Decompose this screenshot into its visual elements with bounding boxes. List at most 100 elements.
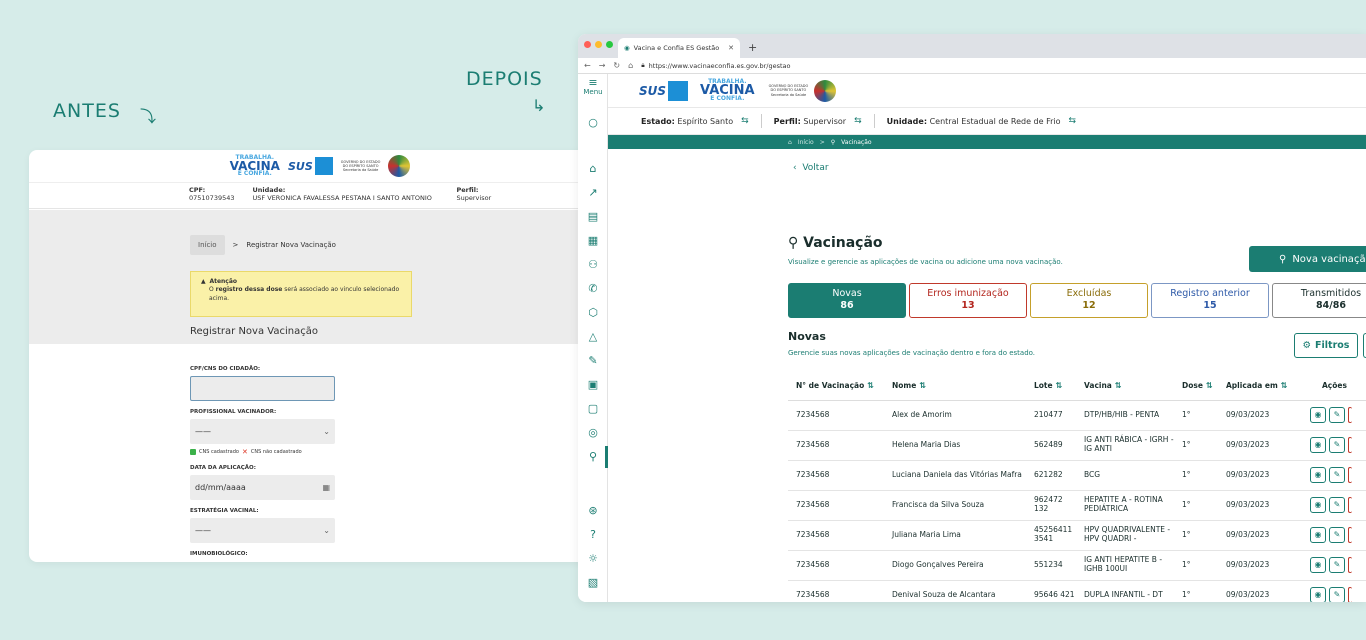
edit-icon[interactable]: ✎: [1329, 497, 1345, 513]
settings-icon[interactable]: ◎: [586, 426, 600, 440]
column-header[interactable]: Lote ⇅: [1026, 372, 1076, 401]
edit-icon[interactable]: ✎: [1329, 467, 1345, 483]
view-icon[interactable]: ◉: [1310, 497, 1326, 513]
url-field[interactable]: 🔒︎ https://www.vacinaeconfia.es.gov.br/ge…: [641, 61, 790, 70]
view-icon[interactable]: ◉: [1310, 557, 1326, 573]
delete-icon[interactable]: [1348, 527, 1352, 543]
cell-data: 09/03/2023: [1218, 520, 1302, 551]
table-row[interactable]: 7234568 Helena Maria Dias 562489 IG ANTI RÁ…: [788, 430, 1366, 461]
breadcrumb-current: Registrar Nova Vacinação: [246, 241, 336, 249]
tab-novas[interactable]: Novas 86: [788, 283, 906, 318]
back-icon[interactable]: ←: [584, 61, 591, 70]
view-icon[interactable]: ◉: [1310, 527, 1326, 543]
accessibility-icon[interactable]: ⊛: [586, 504, 600, 518]
tab-transmitidos[interactable]: Transmitidos 84/86: [1272, 283, 1366, 318]
estrategia-select[interactable]: —— ⌄: [190, 518, 335, 543]
theme-icon[interactable]: ☼: [586, 552, 600, 566]
table-row[interactable]: 7234568 Luciana Daniela das Vitórias Mafr…: [788, 460, 1366, 491]
vacinador-select[interactable]: —— ⌄: [190, 419, 335, 444]
column-header[interactable]: Aplicada em ⇅: [1218, 372, 1302, 401]
table-row[interactable]: 7234568 Juliana Maria Lima 45256411 3541 HP…: [788, 520, 1366, 551]
breadcrumb-home-link[interactable]: Início: [798, 139, 814, 146]
back-button[interactable]: ‹ Voltar: [793, 163, 829, 173]
edit-icon[interactable]: ✎: [1329, 587, 1345, 602]
external-link-icon[interactable]: ↗: [586, 186, 600, 200]
tab-erros-imunizacao[interactable]: Erros imunização 13: [909, 283, 1027, 318]
cell-lote: 621282: [1026, 460, 1076, 491]
users-icon[interactable]: ⚇: [586, 258, 600, 272]
edit-icon[interactable]: ✎: [1329, 557, 1345, 573]
view-icon[interactable]: ◉: [1310, 587, 1326, 602]
cell-nome: Denival Souza de Alcantara: [884, 580, 1026, 602]
antes-screenshot: TRABALHA. VACINA E CONFIA. SUS GOVERNO D…: [29, 150, 611, 562]
tab-registro-anterior[interactable]: Registro anterior 15: [1151, 283, 1269, 318]
view-icon[interactable]: ◉: [1310, 467, 1326, 483]
cell-nome: Helena Maria Dias: [884, 430, 1026, 461]
sort-icon: ⇅: [919, 381, 927, 391]
phone-icon[interactable]: ✆: [586, 282, 600, 296]
cell-lote: 210477: [1026, 400, 1076, 431]
edit-icon[interactable]: ✎: [1329, 407, 1345, 423]
delete-icon[interactable]: [1348, 407, 1352, 423]
help-icon[interactable]: ?: [586, 528, 600, 542]
home-icon[interactable]: ⌂: [628, 61, 633, 70]
table-row[interactable]: 7234568 Francisca da Silva Souza 962472 13…: [788, 490, 1366, 521]
column-header[interactable]: Nome ⇅: [884, 372, 1026, 401]
edit-icon[interactable]: ✎: [586, 354, 600, 368]
warning-alert: ▲ Atenção O registro dessa dose será ass…: [190, 271, 412, 317]
column-header[interactable]: N° de Vacinação ⇅: [788, 372, 884, 401]
column-header[interactable]: Dose ⇅: [1174, 372, 1218, 401]
vaccinations-table: N° de Vacinação ⇅ Nome ⇅ Lote ⇅ Vacina ⇅ Dos…: [788, 372, 1366, 602]
close-window-button[interactable]: [584, 41, 591, 48]
table-row[interactable]: 7234568 Diogo Gonçalves Pereira 551234 IG A…: [788, 550, 1366, 581]
delete-icon[interactable]: [1348, 557, 1352, 573]
sort-icon: ⇅: [1280, 381, 1288, 391]
view-icon[interactable]: ◉: [1310, 437, 1326, 453]
data-aplicacao-input[interactable]: dd/mm/aaaa ▦: [190, 475, 335, 500]
delete-icon[interactable]: [1348, 497, 1352, 513]
clipboard-icon[interactable]: ▤: [586, 210, 600, 224]
table-row[interactable]: 7234568 Denival Souza de Alcantara 95646 4…: [788, 580, 1366, 602]
calendar-icon[interactable]: ▦: [586, 234, 600, 248]
new-tab-button[interactable]: +: [748, 41, 757, 54]
syringe-icon[interactable]: ⚲: [586, 450, 600, 464]
browser-tab[interactable]: ◉ Vacina e Confia ES Gestão ✕: [618, 38, 740, 58]
tab-excluidas[interactable]: Excluídas 12: [1030, 283, 1148, 318]
edit-icon[interactable]: ✎: [1329, 527, 1345, 543]
breadcrumb-home-link[interactable]: Início: [190, 235, 225, 255]
swap-estado-icon[interactable]: ⇆: [741, 116, 749, 126]
home-icon[interactable]: ⌂: [586, 162, 600, 176]
cell-data: 09/03/2023: [1218, 430, 1302, 461]
reload-icon[interactable]: ↻: [613, 61, 620, 70]
delete-icon[interactable]: [1348, 437, 1352, 453]
box-icon[interactable]: ⬡: [586, 306, 600, 320]
swap-perfil-icon[interactable]: ⇆: [854, 116, 862, 126]
close-tab-icon[interactable]: ✕: [728, 44, 734, 52]
table-row[interactable]: 7234568 Alex de Amorim 210477 DTP/HB/HIB - …: [788, 400, 1366, 431]
swap-unidade-icon[interactable]: ⇆: [1069, 116, 1077, 126]
menu-button[interactable]: ≡ Menu: [580, 77, 606, 96]
cpf-cns-input[interactable]: [190, 376, 335, 401]
chart-icon[interactable]: ▢: [586, 402, 600, 416]
edit-icon[interactable]: ✎: [1329, 437, 1345, 453]
chevron-left-icon: ‹: [793, 163, 797, 173]
search-icon[interactable]: ○: [586, 116, 600, 130]
nova-vacinacao-button[interactable]: ⚲ Nova vacinação: [1249, 246, 1366, 272]
delete-icon[interactable]: [1348, 587, 1352, 602]
column-header[interactable]: Vacina ⇅: [1076, 372, 1174, 401]
delete-icon[interactable]: [1348, 467, 1352, 483]
browser-tabbar: ◉ Vacina e Confia ES Gestão ✕ +: [578, 34, 1366, 58]
minimize-window-button[interactable]: [595, 41, 602, 48]
id-card-icon[interactable]: ▣: [586, 378, 600, 392]
sort-icon: ⇅: [1114, 381, 1122, 391]
maximize-window-button[interactable]: [606, 41, 613, 48]
vaccination-form: CPF/CNS DO CIDADÃO: PROFISSIONAL VACINAD…: [190, 366, 335, 561]
cell-data: 09/03/2023: [1218, 580, 1302, 602]
alert-icon[interactable]: △: [586, 330, 600, 344]
cell-num: 7234568: [788, 580, 884, 602]
view-icon[interactable]: ◉: [1310, 407, 1326, 423]
file-icon[interactable]: ▧: [586, 576, 600, 590]
filtros-button[interactable]: ⚙ Filtros: [1294, 333, 1358, 358]
forward-icon[interactable]: →: [599, 61, 606, 70]
cell-lote: 45256411 3541: [1026, 520, 1076, 551]
